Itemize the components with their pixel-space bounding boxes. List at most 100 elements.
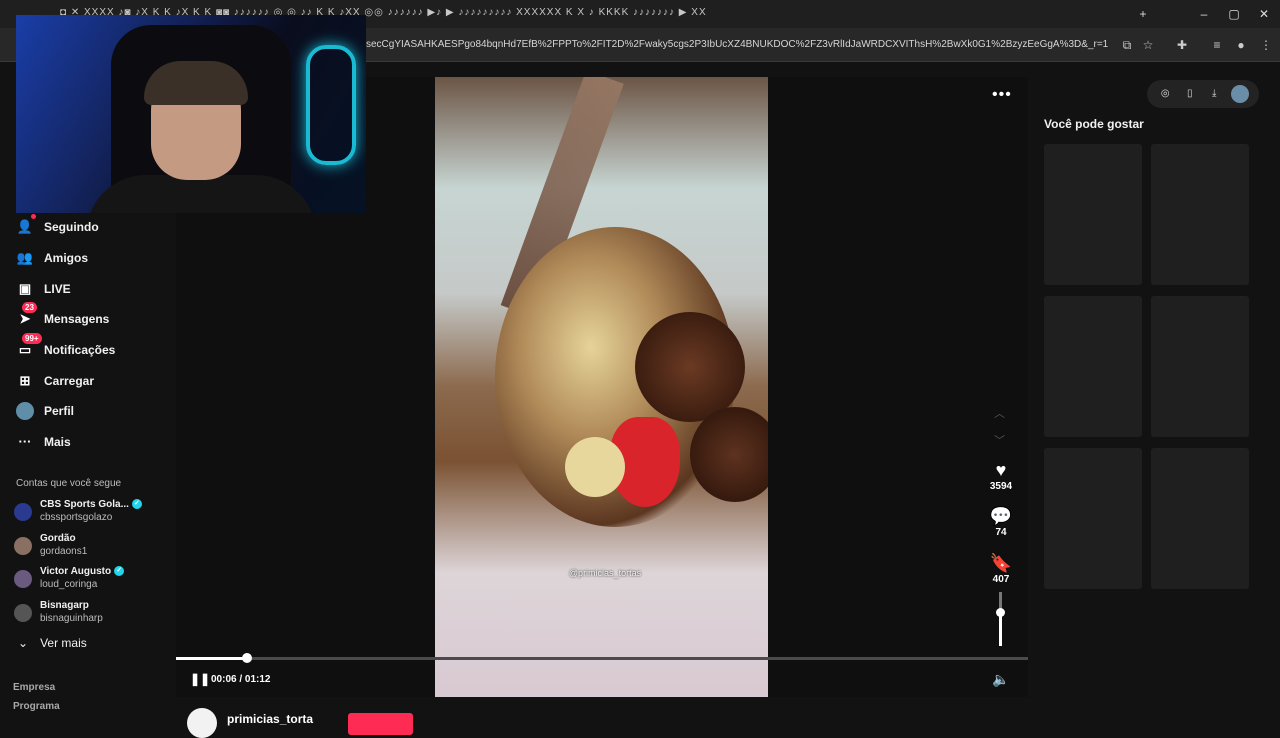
account-name: CBS Sports Gola... bbox=[40, 499, 129, 510]
video-frame-brigadeiro bbox=[635, 312, 745, 422]
avatar bbox=[14, 570, 32, 588]
sidebar-item-mensagens[interactable]: ➤ 23 Mensagens bbox=[16, 302, 166, 332]
restore-button[interactable]: ▢ bbox=[1225, 5, 1243, 23]
notifications-icon: ▭ 99+ bbox=[16, 333, 42, 359]
sidebar-item-notificacoes[interactable]: ▭ 99+ Notificações bbox=[16, 333, 166, 363]
sidebar-item-label: LIVE bbox=[44, 282, 71, 296]
account-name: Gordão bbox=[40, 533, 76, 544]
new-tab-button[interactable]: + bbox=[1134, 5, 1152, 23]
sidebar-item-mais[interactable]: ··· Mais bbox=[16, 429, 166, 455]
avatar bbox=[14, 537, 32, 555]
sidebar-item-seguindo[interactable]: 👤 Seguindo bbox=[16, 214, 166, 240]
suggestion-card[interactable] bbox=[1151, 448, 1249, 589]
like-count: 3594 bbox=[989, 481, 1013, 492]
suggestions-title: Você pode gostar bbox=[1044, 117, 1144, 131]
minimize-button[interactable]: – bbox=[1195, 5, 1213, 23]
like-button[interactable]: ♥ 3594 bbox=[988, 460, 1014, 492]
video-watermark: @primicias_tortas bbox=[568, 568, 642, 578]
sidebar-item-label: Carregar bbox=[44, 374, 95, 388]
url-field[interactable]: secCgYIASAHKAESPgo84bqnHd7EfB%2FPPTo%2FI… bbox=[366, 39, 1108, 53]
see-more-button[interactable]: ⌄ Ver mais bbox=[18, 636, 87, 650]
download-icon[interactable]: ⤓ bbox=[1206, 86, 1222, 102]
messages-badge: 23 bbox=[22, 302, 37, 313]
followed-account[interactable]: CBS Sports Gola... ✓ cbssportsgolazo bbox=[14, 498, 164, 528]
account-handle: loud_coringa bbox=[40, 579, 98, 590]
author-avatar[interactable] bbox=[187, 708, 217, 738]
suggestion-card[interactable] bbox=[1044, 296, 1142, 437]
comment-button[interactable]: 💬 74 bbox=[988, 506, 1014, 538]
chevron-up-icon[interactable]: ︿ bbox=[994, 405, 1005, 421]
followed-account[interactable]: Gordão gordaons1 bbox=[14, 532, 164, 562]
chevron-down-icon[interactable]: ﹀ bbox=[994, 432, 1005, 448]
avatar bbox=[14, 604, 32, 622]
webcam-person-shirt bbox=[86, 175, 316, 213]
sidebar-item-label: Mais bbox=[44, 435, 71, 449]
progress-bar-thumb[interactable] bbox=[241, 653, 252, 663]
browser-menu-icon[interactable]: ⋮ bbox=[1257, 36, 1275, 54]
sidebar-item-label: Notificações bbox=[44, 343, 116, 357]
bookmark-icon: 🔖 bbox=[989, 553, 1013, 573]
bookmark-count: 407 bbox=[992, 574, 1010, 585]
sidebar-item-live[interactable]: ▣ LIVE bbox=[16, 276, 166, 302]
account-handle: gordaons1 bbox=[40, 546, 88, 557]
followed-account[interactable]: Victor Augusto ✓ loud_coringa bbox=[14, 565, 164, 595]
sidebar-item-label: Mensagens bbox=[44, 312, 110, 326]
friends-icon: 👥 bbox=[16, 250, 34, 265]
video-frame-candy bbox=[565, 437, 625, 497]
notifications-badge: 99+ bbox=[22, 333, 42, 344]
progress-bar[interactable] bbox=[176, 657, 1028, 660]
sidebar-item-perfil[interactable]: Perfil bbox=[16, 398, 166, 424]
install-app-icon[interactable]: ⧉ bbox=[1118, 36, 1136, 54]
webcam-overlay bbox=[16, 15, 366, 213]
webcam-person-hair bbox=[144, 61, 248, 105]
comment-count: 74 bbox=[995, 527, 1007, 538]
video-player[interactable] bbox=[435, 77, 768, 697]
suggestion-card[interactable] bbox=[1044, 448, 1142, 589]
chevron-down-icon: ⌄ bbox=[18, 636, 29, 650]
messages-icon: ➤ 23 bbox=[16, 302, 37, 328]
browser-profile-icon[interactable]: ● bbox=[1232, 36, 1250, 54]
verified-icon: ✓ bbox=[131, 499, 142, 510]
heart-icon: ♥ bbox=[995, 460, 1007, 480]
upload-icon: ⊞ bbox=[19, 373, 31, 388]
account-handle: cbssportsgolazo bbox=[40, 512, 113, 523]
avatar bbox=[14, 503, 32, 521]
bookmark-button[interactable]: 🔖 407 bbox=[988, 553, 1014, 589]
sidebar-item-amigos[interactable]: 👥 Amigos bbox=[16, 245, 166, 271]
profile-icon bbox=[16, 402, 34, 420]
sidebar-item-carregar[interactable]: ⊞ Carregar bbox=[16, 368, 166, 394]
user-avatar[interactable] bbox=[1230, 85, 1249, 103]
author-name[interactable]: primicias_torta bbox=[227, 712, 313, 726]
extensions-icon[interactable]: ✚ bbox=[1173, 36, 1191, 54]
comment-icon: 💬 bbox=[989, 506, 1013, 526]
volume-slider-fill bbox=[999, 611, 1002, 646]
followed-account[interactable]: Bisnagarp bisnaguinharp bbox=[14, 599, 164, 629]
follow-button[interactable] bbox=[348, 713, 413, 735]
volume-icon[interactable]: 🔈 bbox=[992, 671, 1009, 688]
more-options-icon[interactable]: ••• bbox=[992, 86, 1012, 104]
account-name: Bisnagarp bbox=[40, 600, 89, 611]
footer-link-programa[interactable]: Programa bbox=[13, 701, 60, 712]
progress-bar-fill bbox=[176, 657, 247, 660]
phone-icon[interactable]: ▯ bbox=[1182, 86, 1198, 102]
bookmark-star-icon[interactable]: ☆ bbox=[1139, 36, 1157, 54]
compass-icon[interactable]: ◎ bbox=[1157, 86, 1173, 102]
live-icon: ▣ bbox=[18, 281, 32, 296]
sidebar-item-label: Seguindo bbox=[44, 220, 99, 234]
sidebar-item-label: Amigos bbox=[44, 251, 89, 265]
sidebar-item-label: Perfil bbox=[44, 404, 75, 418]
top-tools: ◎ ▯ ⤓ bbox=[1147, 80, 1259, 108]
volume-slider-thumb[interactable] bbox=[996, 607, 1005, 617]
following-icon: 👤 bbox=[16, 214, 36, 236]
see-more-label: Ver mais bbox=[40, 636, 87, 650]
pause-icon[interactable]: ❚❚ bbox=[190, 672, 210, 686]
suggestion-card[interactable] bbox=[1151, 144, 1249, 285]
reading-list-icon[interactable]: ≡ bbox=[1208, 36, 1226, 54]
suggestion-card[interactable] bbox=[1151, 296, 1249, 437]
suggestion-card[interactable] bbox=[1044, 144, 1142, 285]
following-accounts-title: Contas que você segue bbox=[16, 478, 122, 489]
footer-link-empresa[interactable]: Empresa bbox=[13, 682, 55, 693]
close-window-button[interactable]: ✕ bbox=[1255, 5, 1273, 23]
account-handle: bisnaguinharp bbox=[40, 613, 103, 624]
webcam-neon-light bbox=[306, 45, 356, 165]
